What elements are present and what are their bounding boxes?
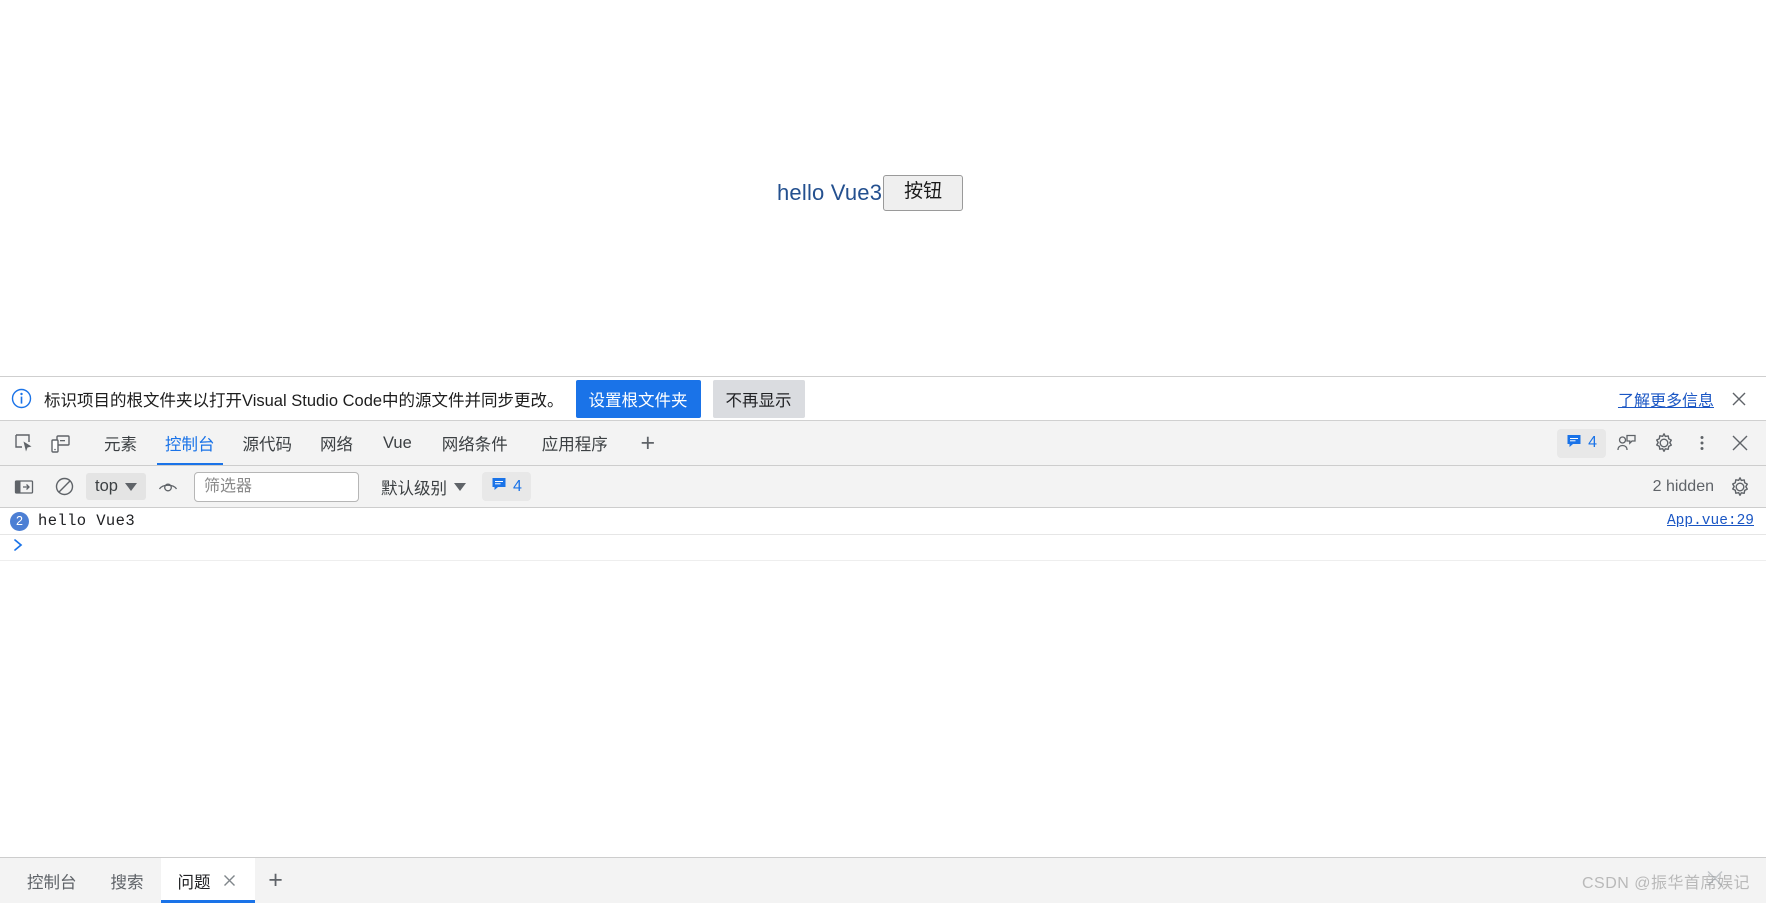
drawer-tab-console[interactable]: 控制台 <box>10 858 94 903</box>
drawer-tab-console-label: 控制台 <box>27 873 77 892</box>
tab-network-conditions-label: 网络条件 <box>441 436 508 454</box>
tab-console-label: 控制台 <box>165 436 215 454</box>
message-count-value: 4 <box>1588 434 1597 451</box>
tab-console[interactable]: 控制台 <box>151 421 229 465</box>
tab-sources[interactable]: 源代码 <box>229 421 307 465</box>
tab-network[interactable]: 网络 <box>306 421 367 465</box>
console-message-count-value: 4 <box>512 477 522 495</box>
tab-application-label: 应用程序 <box>541 436 608 454</box>
console-message-row[interactable]: 2 hello Vue3 App.vue:29 <box>0 508 1766 535</box>
tab-elements[interactable]: 元素 <box>90 421 151 465</box>
drawer-spacer <box>297 858 1582 903</box>
console-message-text: hello Vue3 <box>38 512 136 530</box>
drawer-tab-issues-label: 问题 <box>177 873 211 892</box>
tabbar-right-actions: 4 <box>1557 421 1766 465</box>
inspect-element-icon[interactable] <box>6 421 42 465</box>
execution-context-select[interactable]: top <box>86 473 146 500</box>
tab-network-conditions[interactable]: 网络条件 <box>428 421 522 465</box>
console-settings-gear-icon[interactable] <box>1722 470 1758 504</box>
chevron-down-icon <box>124 482 137 491</box>
prompt-caret-icon <box>12 537 26 559</box>
devtools-tab-bar: 元素 控制台 源代码 网络 Vue 网络条件 应用程序 + 4 <box>0 421 1766 466</box>
page-greeting-text: hello Vue3 <box>777 179 883 205</box>
console-filter-input[interactable] <box>193 471 359 502</box>
console-output: 2 hello Vue3 App.vue:29 <box>0 508 1766 857</box>
message-bubble-icon <box>1566 433 1582 454</box>
notification-close-icon[interactable] <box>1726 386 1752 412</box>
devtools-tabs: 元素 控制台 源代码 网络 Vue 网络条件 应用程序 + <box>90 421 668 465</box>
notification-bar: 标识项目的根文件夹以打开Visual Studio Code中的源文件并同步更改… <box>0 377 1766 421</box>
tab-vue[interactable]: Vue <box>367 421 428 465</box>
kebab-menu-icon[interactable] <box>1684 426 1720 460</box>
console-sidebar-icon[interactable] <box>6 477 42 497</box>
log-level-value: 默认级别 <box>380 479 447 498</box>
message-repeat-count: 2 <box>10 511 29 531</box>
console-prompt-row[interactable] <box>0 535 1766 561</box>
hidden-messages-count: 2 hidden <box>1652 477 1714 495</box>
dont-show-again-button[interactable]: 不再显示 <box>712 379 805 418</box>
drawer-tab-search-label: 搜索 <box>110 873 144 892</box>
drawer-tab-issues[interactable]: 问题 <box>160 858 255 903</box>
chevron-down-icon <box>453 482 466 491</box>
page-content: hello Vue3 按钮 <box>777 175 964 211</box>
tabbar-spacer <box>668 421 1557 465</box>
tab-application[interactable]: 应用程序 <box>522 421 628 465</box>
tab-vue-label: Vue <box>383 433 412 452</box>
tab-network-label: 网络 <box>320 436 353 454</box>
drawer-tab-bar: 控制台 搜索 问题 + CSDN @振华首席娱记 <box>0 857 1766 903</box>
page-viewport: hello Vue3 按钮 <box>0 0 1766 377</box>
tab-elements-label: 元素 <box>104 436 137 454</box>
watermark-close-icon <box>1704 867 1726 894</box>
message-bubble-icon <box>491 476 507 497</box>
info-circle-icon <box>10 388 32 410</box>
drawer-tab-close-icon[interactable] <box>221 872 238 889</box>
message-count-badge[interactable]: 4 <box>1557 428 1606 458</box>
set-root-folder-button[interactable]: 设置根文件夹 <box>575 379 701 418</box>
add-panel-button[interactable]: + <box>628 421 668 465</box>
gear-icon[interactable] <box>1646 426 1682 460</box>
execution-context-value: top <box>95 477 118 495</box>
tab-sources-label: 源代码 <box>242 436 293 454</box>
console-source-link[interactable]: App.vue:29 <box>1667 513 1754 529</box>
live-expression-icon[interactable] <box>150 476 186 498</box>
console-message-count-badge[interactable]: 4 <box>481 472 531 501</box>
log-level-select[interactable]: 默认级别 <box>375 471 472 503</box>
console-toolbar: top 默认级别 4 2 hidden <box>0 466 1766 508</box>
learn-more-link[interactable]: 了解更多信息 <box>1618 387 1714 411</box>
page-action-button[interactable]: 按钮 <box>883 175 964 211</box>
notification-message: 标识项目的根文件夹以打开Visual Studio Code中的源文件并同步更改… <box>44 391 564 410</box>
clear-console-icon[interactable] <box>46 476 82 497</box>
devtools-window: hello Vue3 按钮 标识项目的根文件夹以打开Visual Studio … <box>0 0 1766 903</box>
drawer-tab-search[interactable]: 搜索 <box>94 858 161 903</box>
drawer-add-tab-button[interactable]: + <box>255 858 297 903</box>
feedback-icon[interactable] <box>1608 426 1644 460</box>
csdn-watermark: CSDN @振华首席娱记 <box>1582 858 1766 903</box>
device-toolbar-icon[interactable] <box>42 421 78 465</box>
devtools-close-icon[interactable] <box>1722 426 1758 460</box>
